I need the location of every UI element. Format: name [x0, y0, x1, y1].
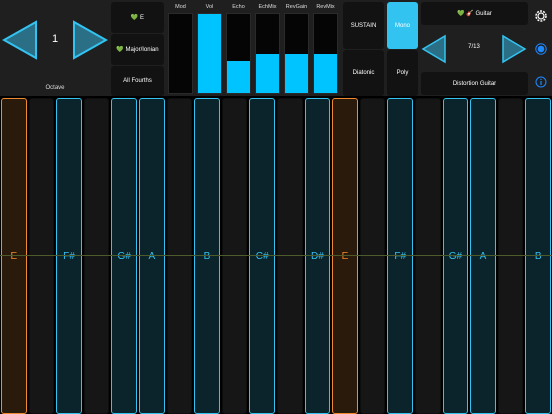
piano-key[interactable] — [497, 98, 524, 414]
triangle-right-icon — [502, 34, 527, 64]
info-icon — [535, 76, 547, 88]
key-note-label: C# — [255, 251, 269, 262]
key-note-label: D# — [310, 251, 324, 262]
key-note-label: F# — [63, 251, 75, 262]
piano-key[interactable] — [28, 98, 55, 414]
piano-key[interactable]: A — [139, 98, 165, 414]
piano-key[interactable] — [277, 98, 303, 414]
slider-echmix[interactable] — [255, 13, 280, 94]
gear-icon — [535, 10, 547, 22]
slider-fill — [256, 53, 279, 93]
key-note-label: G# — [448, 251, 463, 262]
piano-key[interactable] — [83, 98, 110, 414]
slider-revgain[interactable] — [284, 13, 309, 94]
key-note-label: B — [534, 251, 542, 262]
settings-button[interactable] — [533, 8, 549, 24]
mode-select-button[interactable]: 💚 Major/Ionian — [111, 34, 164, 65]
triangle-right-icon — [73, 20, 109, 60]
piano-key[interactable]: E — [1, 98, 27, 414]
piano-key[interactable]: F# — [56, 98, 82, 414]
piano-key[interactable]: A — [470, 98, 496, 414]
key-note-label: E — [341, 251, 349, 262]
info-button[interactable] — [535, 75, 547, 88]
piano-key[interactable]: B — [525, 98, 551, 414]
piano-key[interactable]: F# — [387, 98, 413, 414]
triangle-left-icon — [421, 34, 446, 64]
instrument-category-button[interactable]: 💚 🎸 Guitar — [421, 2, 528, 25]
keyboard-center-line — [0, 255, 552, 256]
piano-key[interactable]: C# — [249, 98, 275, 414]
diatonic-button[interactable]: Diatonic — [343, 50, 384, 96]
mono-button[interactable]: Mono — [387, 2, 418, 49]
piano-key[interactable]: G# — [111, 98, 137, 414]
slider-label: RevMix — [316, 4, 335, 10]
slider-label: Mod — [175, 4, 186, 10]
key-note-label: G# — [117, 251, 131, 262]
piano-key[interactable] — [166, 98, 193, 414]
instrument-prev-button[interactable] — [421, 34, 447, 64]
slider-fill — [285, 53, 308, 93]
octave-down-button[interactable] — [1, 20, 38, 60]
slider-fill — [314, 53, 337, 93]
instrument-next-button[interactable] — [501, 34, 527, 64]
piano-key[interactable]: B — [194, 98, 220, 414]
octave-up-button[interactable] — [72, 20, 109, 60]
slider-vol[interactable] — [197, 13, 222, 94]
layout-select-button[interactable]: All Fourths — [111, 66, 164, 96]
record-toggle[interactable] — [535, 42, 547, 55]
key-note-label: F# — [394, 251, 407, 262]
key-note-label: A — [148, 251, 156, 262]
slider-fill — [227, 61, 250, 93]
instrument-counter: 7/13 — [468, 44, 480, 50]
slider-label: Vol — [205, 4, 214, 10]
piano-key[interactable]: D# — [304, 98, 331, 414]
slider-label: Echo — [232, 4, 245, 10]
piano-key[interactable] — [415, 98, 441, 414]
key-note-label: E — [10, 251, 18, 262]
triangle-left-icon — [1, 20, 37, 60]
key-note-label: B — [203, 251, 211, 262]
slider-group: Mod Vol Echo EchMix RevGain RevMix — [167, 0, 341, 96]
key-note-label: A — [479, 251, 487, 262]
piano-key[interactable]: G# — [442, 98, 469, 414]
octave-label: Octave — [45, 85, 65, 91]
slider-label: RevGain — [285, 4, 308, 10]
slider-fill — [198, 14, 221, 93]
octave-value: 1 — [51, 33, 59, 45]
slider-echo[interactable] — [226, 13, 251, 94]
radio-dot-icon — [535, 43, 547, 55]
piano-key[interactable] — [221, 98, 248, 414]
poly-button[interactable]: Poly — [387, 50, 418, 96]
piano-key[interactable] — [359, 98, 386, 414]
slider-revmix[interactable] — [313, 13, 338, 94]
sustain-button[interactable]: SUSTAIN — [343, 2, 384, 49]
piano-key[interactable]: E — [332, 98, 358, 414]
instrument-name-button[interactable]: Distortion Guitar — [421, 72, 528, 95]
key-select-button[interactable]: 💚 E — [111, 2, 164, 33]
slider-label: EchMix — [258, 4, 277, 10]
slider-mod[interactable] — [168, 13, 193, 94]
